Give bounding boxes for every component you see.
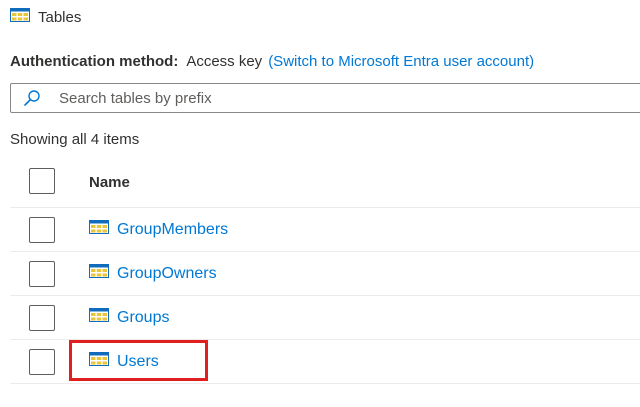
table-name[interactable]: Groups	[117, 309, 169, 327]
table-row[interactable]: GroupMembers	[10, 208, 640, 252]
row-checkbox[interactable]	[29, 348, 55, 375]
blade-title: Tables	[10, 7, 81, 27]
table-icon	[89, 308, 109, 327]
auth-method-label: Authentication method:	[10, 52, 179, 70]
search-box[interactable]	[10, 83, 640, 113]
auth-method-value: Access key	[186, 52, 263, 70]
table-name[interactable]: Users	[117, 353, 159, 371]
search-icon	[23, 89, 41, 107]
table-link[interactable]: GroupOwners	[89, 264, 217, 283]
table-row[interactable]: GroupOwners	[10, 252, 640, 296]
search-input[interactable]	[59, 89, 559, 107]
row-checkbox[interactable]	[29, 260, 55, 287]
table-row[interactable]: Groups	[10, 296, 640, 340]
tables-list: Name GroupMembers GroupOwners Groups Use…	[10, 158, 640, 384]
table-link[interactable]: Users	[89, 352, 159, 371]
select-all-checkbox[interactable]	[29, 168, 55, 194]
table-link[interactable]: Groups	[89, 308, 169, 327]
column-header-name[interactable]: Name	[89, 174, 130, 191]
row-checkbox[interactable]	[29, 216, 55, 243]
page-title: Tables	[38, 8, 82, 26]
list-header-row: Name	[10, 158, 640, 208]
table-name[interactable]: GroupMembers	[117, 221, 228, 239]
table-icon	[10, 7, 30, 27]
item-count: Showing all 4 items	[10, 131, 140, 148]
authentication-method: Authentication method: Access key (Switc…	[10, 51, 534, 71]
table-link[interactable]: GroupMembers	[89, 220, 228, 239]
switch-auth-link[interactable]: (Switch to Microsoft Entra user account)	[268, 53, 534, 70]
row-checkbox[interactable]	[29, 304, 55, 331]
table-row[interactable]: Users	[10, 340, 640, 384]
table-icon	[89, 220, 109, 239]
table-icon	[89, 352, 109, 371]
tables-blade: Tables Authentication method: Access key…	[0, 0, 640, 407]
table-icon	[89, 264, 109, 283]
table-name[interactable]: GroupOwners	[117, 265, 217, 283]
